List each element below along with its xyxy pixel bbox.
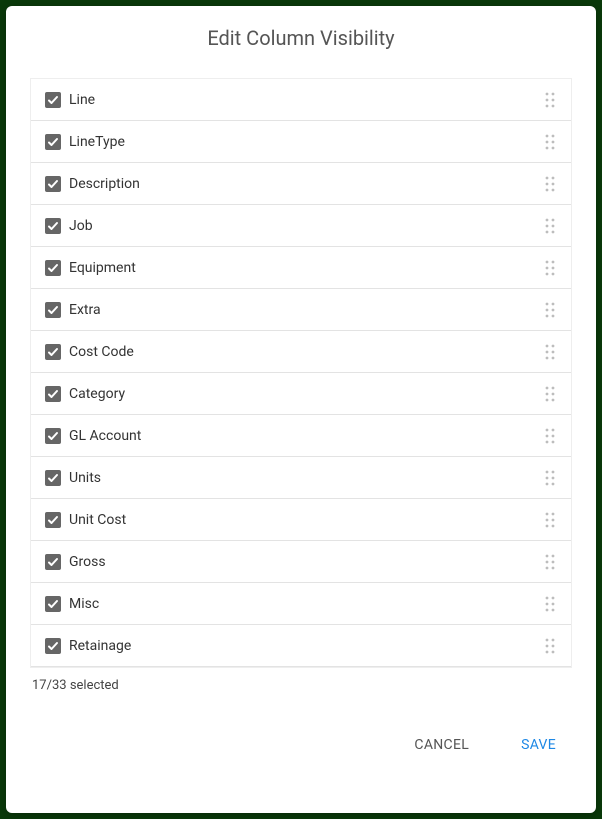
column-label: Retainage: [69, 638, 534, 654]
column-label: GL Account: [69, 428, 534, 444]
column-checkbox[interactable]: [45, 386, 61, 402]
column-checkbox[interactable]: [45, 596, 61, 612]
drag-handle-icon[interactable]: [542, 638, 558, 654]
drag-handle-icon[interactable]: [542, 92, 558, 108]
column-checkbox[interactable]: [45, 554, 61, 570]
column-row: Unit Cost: [31, 499, 572, 541]
drag-handle-icon[interactable]: [542, 260, 558, 276]
column-checkbox[interactable]: [45, 218, 61, 234]
column-checkbox[interactable]: [45, 428, 61, 444]
column-label: Equipment: [69, 260, 534, 276]
column-checkbox[interactable]: [45, 92, 61, 108]
drag-handle-icon[interactable]: [542, 134, 558, 150]
drag-handle-icon[interactable]: [542, 302, 558, 318]
drag-handle-icon[interactable]: [542, 512, 558, 528]
column-label: Unit Cost: [69, 512, 534, 528]
column-checkbox[interactable]: [45, 638, 61, 654]
drag-handle-icon[interactable]: [542, 428, 558, 444]
column-row: Units: [31, 457, 572, 499]
column-checkbox[interactable]: [45, 134, 61, 150]
column-label: Job: [69, 218, 534, 234]
drag-handle-icon[interactable]: [542, 386, 558, 402]
save-button[interactable]: SAVE: [513, 733, 564, 757]
column-label: LineType: [69, 134, 534, 150]
column-label: Category: [69, 386, 534, 402]
drag-handle-icon[interactable]: [542, 470, 558, 486]
column-row: Extra: [31, 289, 572, 331]
column-label: Description: [69, 176, 534, 192]
column-row: GL Account: [31, 415, 572, 457]
column-row: Job: [31, 205, 572, 247]
dialog-button-bar: CANCEL SAVE: [30, 733, 572, 759]
column-label: Cost Code: [69, 344, 534, 360]
column-row: Misc: [31, 583, 572, 625]
column-row: Cost Code: [31, 331, 572, 373]
cancel-button[interactable]: CANCEL: [406, 733, 477, 757]
column-checkbox[interactable]: [45, 470, 61, 486]
drag-handle-icon[interactable]: [542, 344, 558, 360]
drag-handle-icon[interactable]: [542, 554, 558, 570]
column-row: Line: [31, 79, 572, 121]
column-label: Misc: [69, 596, 534, 612]
drag-handle-icon[interactable]: [542, 596, 558, 612]
dialog-title: Edit Column Visibility: [30, 26, 572, 50]
column-checkbox[interactable]: [45, 344, 61, 360]
column-label: Gross: [69, 554, 534, 570]
column-label: Units: [69, 470, 534, 486]
column-label: Line: [69, 92, 534, 108]
column-checkbox[interactable]: [45, 260, 61, 276]
column-checkbox[interactable]: [45, 302, 61, 318]
drag-handle-icon[interactable]: [542, 218, 558, 234]
column-row: Gross: [31, 541, 572, 583]
column-label: Extra: [69, 302, 534, 318]
column-checkbox[interactable]: [45, 176, 61, 192]
drag-handle-icon[interactable]: [542, 176, 558, 192]
column-row: Retainage: [31, 625, 572, 667]
column-checkbox[interactable]: [45, 512, 61, 528]
selection-count: 17/33 selected: [32, 678, 572, 693]
column-row: Description: [31, 163, 572, 205]
column-row: LineType: [31, 121, 572, 163]
column-list-scroll[interactable]: Line LineType Description Job Equipment Extra…: [30, 78, 572, 668]
edit-column-visibility-dialog: Edit Column Visibility Line LineType Descr…: [6, 6, 596, 813]
column-row: Equipment: [31, 247, 572, 289]
column-row: Category: [31, 373, 572, 415]
